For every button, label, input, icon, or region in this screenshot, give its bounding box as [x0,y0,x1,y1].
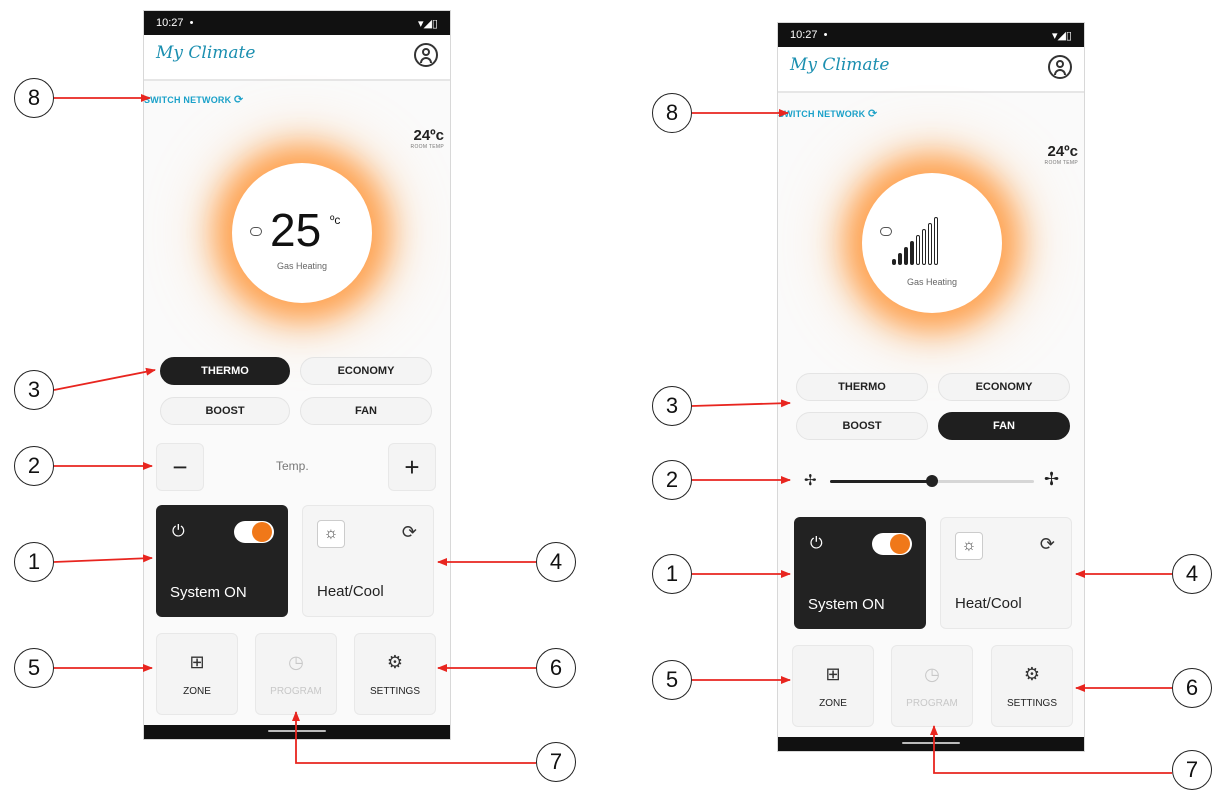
callout-6-right: 6 [1172,668,1212,708]
callout-4-left: 4 [536,542,576,582]
arrow-3-right [691,399,791,408]
callout-1-right: 1 [652,554,692,594]
callout-2-left: 2 [14,446,54,486]
callout-arrows [53,94,1172,774]
callout-8-left: 8 [14,78,54,118]
callout-7-left: 7 [536,742,576,782]
callout-1-left: 1 [14,542,54,582]
callout-5-right: 5 [652,660,692,700]
arrow-3-left [53,367,156,391]
callout-3-right: 3 [652,386,692,426]
arrow-7-left [292,711,536,764]
arrow-1-left [53,554,153,563]
callout-2-right: 2 [652,460,692,500]
callout-7-right: 7 [1172,750,1212,790]
callout-4-right: 4 [1172,554,1212,594]
arrow-7-right [930,725,1172,774]
callout-5-left: 5 [14,648,54,688]
callout-8-right: 8 [652,93,692,133]
callout-6-left: 6 [536,648,576,688]
callout-3-left: 3 [14,370,54,410]
